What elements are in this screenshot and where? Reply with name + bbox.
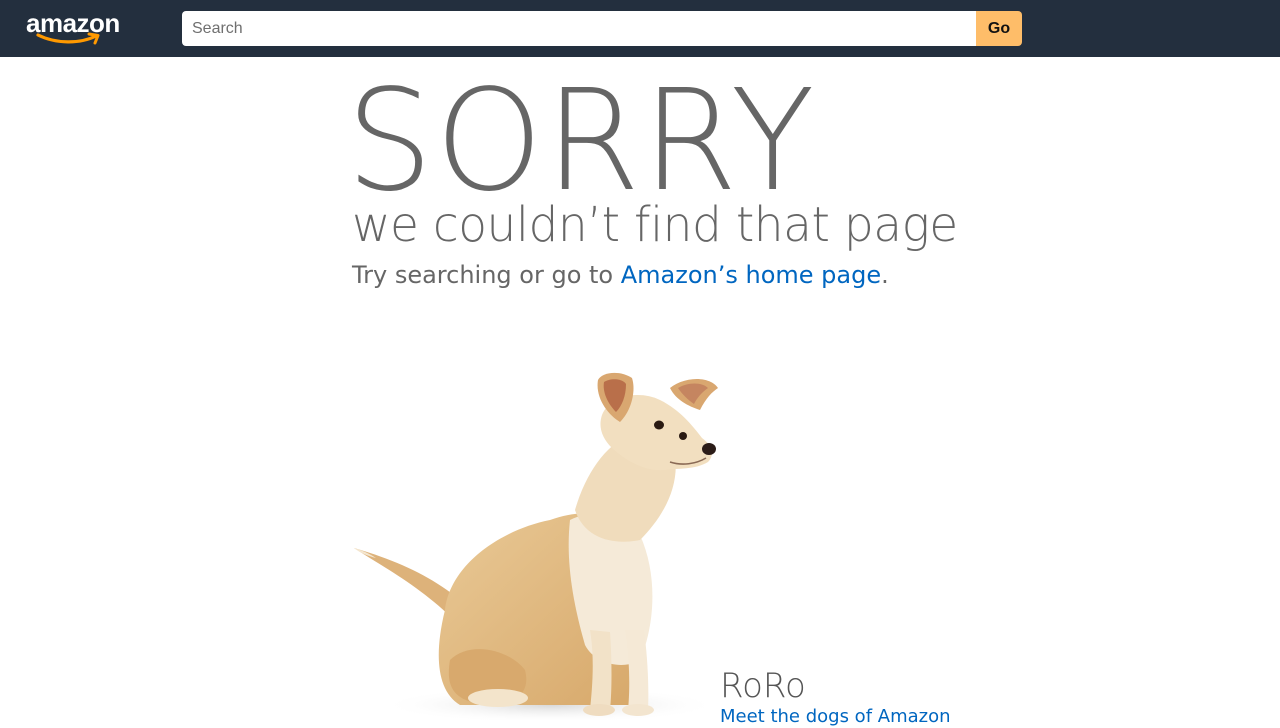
meet-the-dogs-link[interactable]: Meet the dogs of Amazon (720, 706, 951, 728)
try-searching-message: Try searching or go to Amazon’s home pag… (352, 260, 889, 290)
search-input[interactable] (182, 11, 976, 46)
not-found-subtitle: we couldn’t find that page (352, 197, 958, 253)
amazon-logo[interactable]: amazon (26, 8, 128, 48)
try-searching-period: . (881, 261, 889, 289)
amazon-smile-icon (36, 32, 100, 45)
go-button[interactable]: Go (976, 11, 1022, 46)
sorry-headline: SORRY (346, 60, 817, 223)
amazon-home-page-link[interactable]: Amazon’s home page (621, 261, 881, 289)
try-searching-text: Try searching or go to (352, 261, 621, 289)
top-navigation-bar: amazon Go (0, 0, 1280, 57)
search-form: Go (182, 11, 1022, 46)
dog-illustration (354, 372, 720, 723)
dog-photo (340, 360, 740, 723)
dog-name: RoRo (720, 666, 806, 706)
